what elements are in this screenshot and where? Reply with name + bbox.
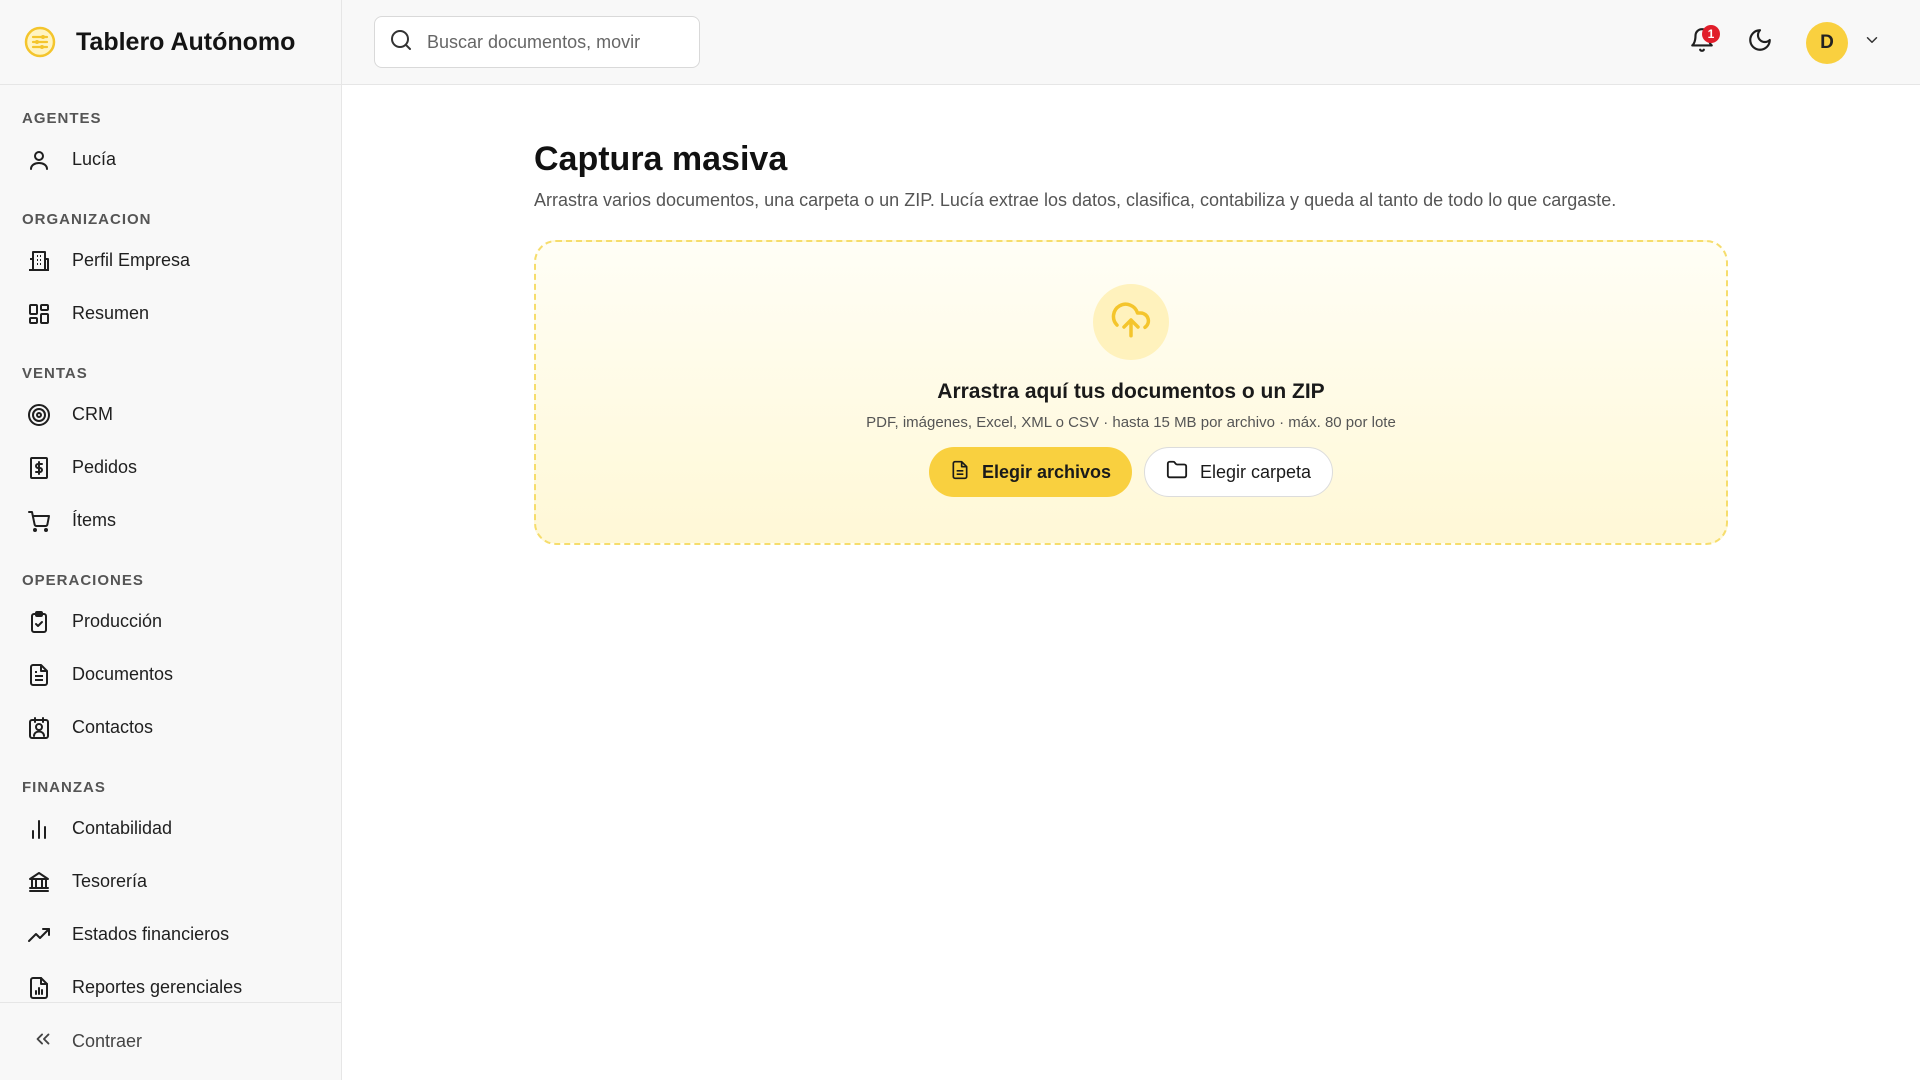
avatar[interactable]: D [1806, 21, 1848, 64]
trending-up-icon [26, 922, 52, 948]
document-icon [26, 662, 52, 688]
sidebar-item-resumen[interactable]: Resumen [0, 287, 341, 340]
sidebar-item-label: Reportes gerenciales [72, 977, 243, 997]
chevron-down-icon [1863, 31, 1881, 54]
bar-chart-icon [26, 816, 52, 842]
sidebar-item-tesoreria[interactable]: Tesorería [0, 855, 341, 908]
sidebar-item-label: Documentos [72, 664, 174, 684]
sidebar-item-items[interactable]: Ítems [0, 494, 341, 547]
brand[interactable]: Tablero Autónomo [0, 0, 341, 85]
section-label-operaciones: OPERACIONES [22, 571, 144, 589]
report-icon [26, 975, 52, 1001]
choose-files-label: Elegir archivos [981, 461, 1111, 482]
sidebar: Tablero Autónomo AGENTES Lucía ORGANIZAC… [0, 0, 342, 1080]
notification-badge: 1 [1702, 24, 1720, 43]
notifications-button[interactable]: 1 [1682, 23, 1722, 63]
sidebar-item-perfil-empresa[interactable]: Perfil Empresa [0, 234, 341, 287]
sidebar-item-estados-financieros[interactable]: Estados financieros [0, 908, 341, 961]
sidebar-item-lucia[interactable]: Lucía [0, 133, 341, 186]
search-icon [389, 28, 413, 57]
collapse-sidebar-button[interactable]: Contraer [0, 1002, 341, 1080]
section-label-finanzas: FINANZAS [22, 778, 106, 796]
building-icon [26, 248, 52, 274]
sidebar-item-label: Perfil Empresa [72, 250, 191, 270]
cart-icon [26, 508, 52, 534]
dashboard-icon [26, 301, 52, 327]
sidebar-item-pedidos[interactable]: Pedidos [0, 441, 341, 494]
sidebar-item-label: Tesorería [72, 871, 148, 891]
cloud-upload-icon [1110, 299, 1152, 346]
sidebar-item-contactos[interactable]: Contactos [0, 701, 341, 754]
search-box[interactable] [374, 16, 700, 68]
file-icon [950, 460, 970, 485]
theme-toggle-button[interactable] [1740, 23, 1780, 63]
user-menu-toggle[interactable] [1862, 31, 1882, 54]
section-label-organizacion: ORGANIZACION [22, 210, 152, 228]
sidebar-item-crm[interactable]: CRM [0, 388, 341, 441]
sidebar-item-label: CRM [72, 404, 113, 424]
sidebar-item-label: Contabilidad [72, 818, 173, 838]
sidebar-nav: AGENTES Lucía ORGANIZACION Perfil Empres… [0, 85, 341, 1014]
contact-card-icon [26, 715, 52, 741]
dropzone-title: Arrastra aquí tus documentos o un ZIP [937, 380, 1325, 403]
sidebar-item-label: Producción [72, 611, 163, 631]
sidebar-item-label: Estados financieros [72, 924, 230, 944]
sidebar-item-produccion[interactable]: Producción [0, 595, 341, 648]
dropzone-subtitle: PDF, imágenes, Excel, XML o CSV · hasta … [866, 414, 1396, 431]
sidebar-item-label: Contactos [72, 717, 154, 737]
page-description: Arrastra varios documentos, una carpeta … [534, 190, 1617, 210]
section-label-agentes: AGENTES [22, 109, 102, 127]
upload-badge [1093, 284, 1169, 360]
moon-icon [1747, 27, 1773, 58]
user-icon [26, 147, 52, 173]
upload-dropzone[interactable]: Arrastra aquí tus documentos o un ZIP PD… [534, 240, 1728, 545]
choose-folder-label: Elegir carpeta [1200, 461, 1312, 482]
search-input[interactable] [427, 31, 667, 53]
sidebar-item-label: Pedidos [72, 457, 138, 477]
app-title: Tablero Autónomo [76, 27, 296, 56]
folder-icon [1166, 459, 1188, 486]
top-actions: 1 D [1682, 0, 1882, 85]
sliders-logo-icon [22, 24, 58, 60]
main-content: Captura masiva Arrastra varios documento… [534, 140, 1728, 545]
chevrons-left-icon [32, 1028, 54, 1055]
choose-files-button[interactable]: Elegir archivos [928, 447, 1132, 497]
target-icon [26, 402, 52, 428]
bank-icon [26, 869, 52, 895]
sidebar-item-label: Ítems [72, 510, 117, 530]
choose-folder-button[interactable]: Elegir carpeta [1144, 447, 1334, 497]
sidebar-item-label: Lucía [72, 149, 117, 169]
section-label-ventas: VENTAS [22, 364, 88, 382]
clipboard-check-icon [26, 609, 52, 635]
sidebar-item-contabilidad[interactable]: Contabilidad [0, 802, 341, 855]
sidebar-item-label: Resumen [72, 303, 150, 323]
dropzone-actions: Elegir archivos Elegir carpeta [928, 447, 1334, 497]
topbar: 1 D [342, 0, 1920, 85]
receipt-dollar-icon [26, 455, 52, 481]
collapse-label: Contraer [72, 1031, 143, 1051]
page-title: Captura masiva [534, 140, 788, 178]
sidebar-item-documentos[interactable]: Documentos [0, 648, 341, 701]
